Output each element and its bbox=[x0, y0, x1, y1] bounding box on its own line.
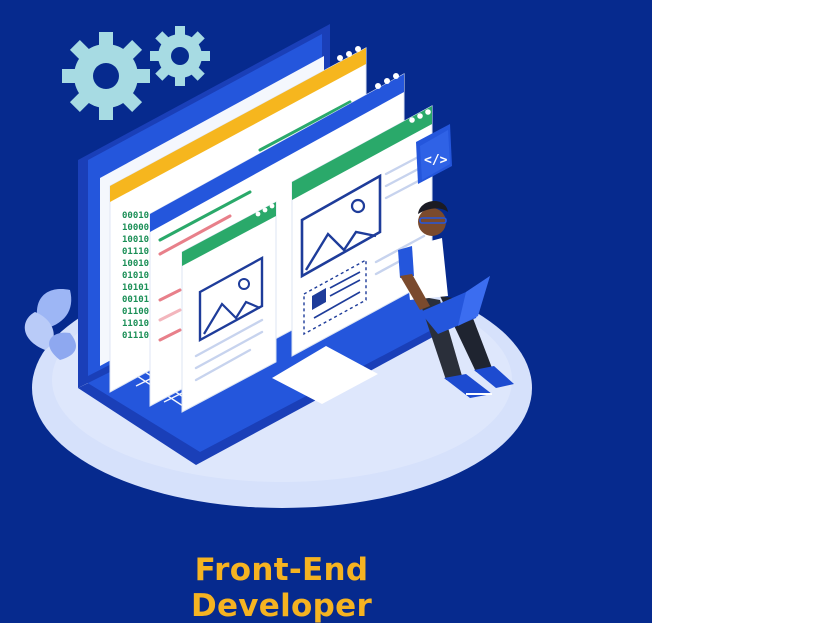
gear-icon bbox=[150, 26, 210, 86]
title-line-2: Developer bbox=[190, 588, 373, 623]
code-tag-symbol: </> bbox=[424, 153, 448, 168]
poster: 00010 100001 100101 011101 100101 010101… bbox=[0, 0, 652, 623]
blank-margin bbox=[652, 0, 819, 623]
developer-illustration: 00010 100001 100101 011101 100101 010101… bbox=[24, 24, 532, 508]
title-line-1: Front-End bbox=[194, 552, 369, 588]
binary-row: 00010 bbox=[122, 211, 149, 221]
gear-icon bbox=[62, 32, 150, 120]
poster-title: Front-End Developer bbox=[0, 552, 563, 623]
